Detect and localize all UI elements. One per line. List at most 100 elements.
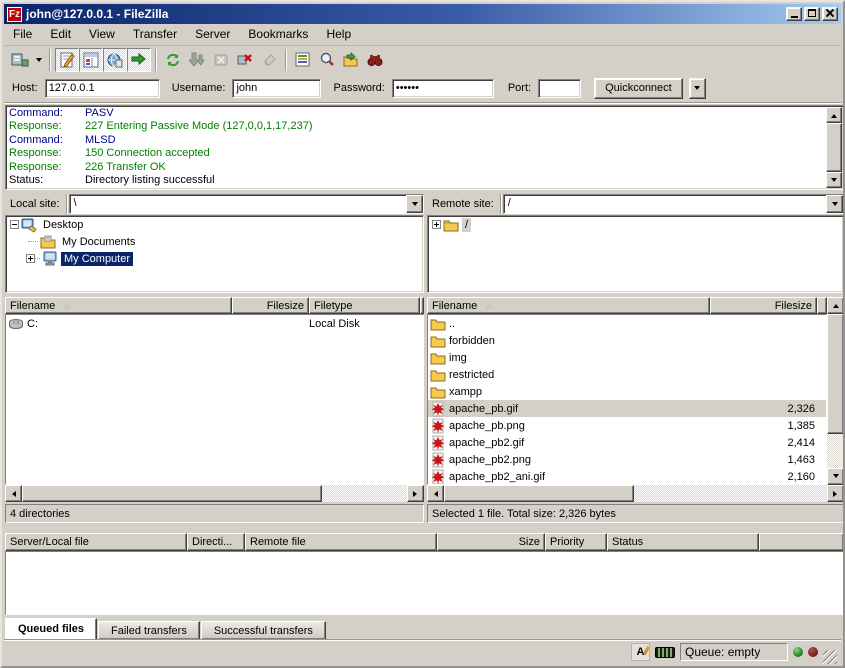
column-direction[interactable]: Directi... [187,533,245,551]
folder-icon [430,350,446,366]
toggle-local-tree-button[interactable] [79,48,103,72]
toggle-queue-button[interactable] [127,48,151,72]
scroll-down-button[interactable] [826,172,842,188]
maximize-button[interactable] [804,7,820,21]
scrollbar-thumb[interactable] [827,314,844,434]
site-manager-dropdown[interactable] [32,49,45,71]
expand-icon[interactable] [26,254,35,263]
minimize-button[interactable] [786,7,802,21]
process-queue-button[interactable] [185,48,209,72]
scroll-right-button[interactable] [827,485,844,502]
file-row-selected[interactable]: apache_pb.gif2,326 [428,400,826,417]
local-list-header: Filename Filesize Filetype L [5,297,424,314]
file-row[interactable]: .. [428,315,826,332]
file-row[interactable]: forbidden [428,332,826,349]
local-site-dropdown[interactable] [406,195,423,213]
local-hscrollbar[interactable] [5,485,424,502]
quickconnect-dropdown[interactable] [689,78,706,99]
local-site-combo[interactable]: \ [69,194,424,214]
scroll-left-button[interactable] [5,485,22,502]
scroll-right-button[interactable] [407,485,424,502]
menu-help[interactable]: Help [317,25,360,43]
disconnect-button[interactable] [233,48,257,72]
file-row[interactable]: apache_pb2_ani.gif2,160 [428,468,826,485]
log-scrollbar[interactable] [826,107,842,188]
refresh-button[interactable] [161,48,185,72]
tree-item-desktop[interactable]: Desktop [6,216,423,233]
file-row[interactable]: xampp [428,383,826,400]
column-filesize[interactable]: Filesize [710,297,817,314]
resize-grip[interactable] [823,650,837,664]
close-button[interactable] [822,7,838,21]
menu-edit[interactable]: Edit [41,25,80,43]
scrollbar-thumb[interactable] [826,123,842,172]
speed-limit-icon[interactable] [655,647,675,658]
file-row[interactable]: C: Local Disk [6,315,423,332]
column-remote-file[interactable]: Remote file [245,533,437,551]
site-manager-button[interactable] [8,48,32,72]
scroll-up-button[interactable] [827,297,844,314]
host-input[interactable] [45,79,160,98]
site-manager-icon [11,52,29,68]
tree-item-my-documents[interactable]: My Documents [6,233,423,250]
queue-list[interactable] [5,551,844,615]
username-input[interactable] [232,79,321,98]
port-input[interactable] [538,79,581,98]
column-filetype[interactable]: Filetype [309,297,420,314]
cancel-button[interactable] [209,48,233,72]
remote-site-combo[interactable]: / [503,194,844,214]
column-last-modified[interactable]: L [420,297,424,314]
log-line: Status:Directory listing successful [9,174,823,187]
scroll-up-button[interactable] [826,107,842,123]
toggle-log-button[interactable] [55,48,79,72]
file-row[interactable]: restricted [428,366,826,383]
tab-successful-transfers[interactable]: Successful transfers [201,621,326,640]
password-input[interactable] [392,79,494,98]
file-row[interactable]: apache_pb2.png1,463 [428,451,826,468]
filter-icon [295,52,311,68]
transfer-type-icon[interactable]: A [631,643,650,661]
sync-browse-button[interactable] [339,48,363,72]
menu-file[interactable]: File [4,25,41,43]
my-documents-icon [40,234,56,250]
menu-server[interactable]: Server [186,25,239,43]
title-bar[interactable]: Fz john@127.0.0.1 - FileZilla [4,4,841,24]
remote-vscrollbar[interactable] [827,297,844,485]
tab-queued-files[interactable]: Queued files [5,618,97,640]
tree-item-root[interactable]: / [428,216,843,233]
toggle-remote-tree-button[interactable] [103,48,127,72]
compare-button[interactable] [315,48,339,72]
scrollbar-track[interactable] [322,485,407,502]
column-priority[interactable]: Priority [545,533,607,551]
column-status[interactable]: Status [607,533,759,551]
expand-icon[interactable] [432,220,441,229]
column-filesize[interactable]: Filesize [232,297,309,314]
remote-site-dropdown[interactable] [826,195,843,213]
disconnect-icon [237,52,253,68]
find-files-button[interactable] [363,48,387,72]
scrollbar-thumb[interactable] [444,485,634,502]
menu-view[interactable]: View [80,25,124,43]
file-row[interactable]: apache_pb.png1,385 [428,417,826,434]
column-size[interactable]: Size [437,533,545,551]
tree-item-my-computer[interactable]: My Computer [6,250,423,267]
column-server-local-file[interactable]: Server/Local file [5,533,187,551]
menu-transfer[interactable]: Transfer [124,25,186,43]
scroll-down-button[interactable] [827,468,844,485]
filter-button[interactable] [291,48,315,72]
collapse-icon[interactable] [10,220,19,229]
remote-site-value: / [504,195,826,213]
column-filename[interactable]: Filename [5,297,232,314]
clear-queue-button[interactable] [257,48,281,72]
scrollbar-thumb[interactable] [22,485,322,502]
menu-bookmarks[interactable]: Bookmarks [239,25,317,43]
file-row[interactable]: img [428,349,826,366]
quickconnect-button[interactable]: Quickconnect [594,78,683,99]
tab-failed-transfers[interactable]: Failed transfers [98,621,200,640]
file-row[interactable]: apache_pb2.gif2,414 [428,434,826,451]
scrollbar-track[interactable] [634,485,827,502]
column-filename[interactable]: Filename [427,297,710,314]
password-label: Password: [333,82,384,94]
remote-hscrollbar[interactable] [427,485,844,502]
scroll-left-button[interactable] [427,485,444,502]
